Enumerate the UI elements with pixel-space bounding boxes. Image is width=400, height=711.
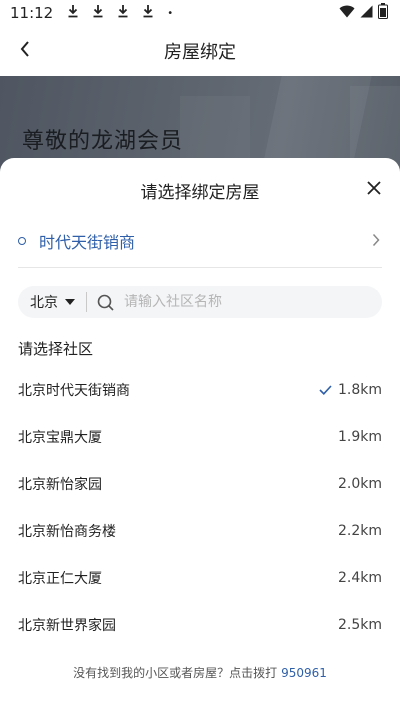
status-time: 11:12 xyxy=(10,4,54,22)
footer-phone-link[interactable]: 950961 xyxy=(281,666,327,680)
community-meta: 2.0km xyxy=(338,476,382,492)
sheet-title: 请选择绑定房屋 xyxy=(140,182,260,203)
community-name: 北京正仁大厦 xyxy=(18,570,102,587)
city-dropdown[interactable]: 北京 xyxy=(18,286,75,318)
battery-icon xyxy=(378,3,388,23)
hero-greeting: 尊敬的龙湖会员 xyxy=(22,129,184,154)
status-system-icons xyxy=(339,3,388,23)
caret-down-icon xyxy=(65,299,75,305)
community-name: 北京宝鼎大厦 xyxy=(18,429,102,446)
community-meta: 1.8km xyxy=(319,382,382,398)
community-name: 北京新怡家园 xyxy=(18,476,102,493)
bind-property-sheet: 请选择绑定房屋 时代天街销商 北京 请选择社区 北京时代天街销商 1.8km 北京宝… xyxy=(0,158,400,711)
close-button[interactable] xyxy=(362,178,386,202)
community-list-item[interactable]: 北京正仁大厦 2.4km xyxy=(18,554,382,601)
community-list-item[interactable]: 北京新怡商务楼 2.2km xyxy=(18,507,382,554)
search-separator xyxy=(86,292,87,312)
community-name: 北京新世界家园 xyxy=(18,617,116,634)
search-icon xyxy=(97,294,114,311)
page-title: 房屋绑定 xyxy=(164,42,236,63)
community-list-item[interactable]: 北京宝鼎大厦 1.9km xyxy=(18,413,382,460)
community-distance: 2.2km xyxy=(337,522,382,539)
download-icon xyxy=(117,4,129,22)
community-meta: 2.4km xyxy=(338,570,382,586)
close-icon xyxy=(366,180,382,200)
community-meta: 2.5km xyxy=(338,617,382,633)
chevron-right-icon xyxy=(372,232,380,251)
wifi-icon xyxy=(339,5,355,22)
sheet-header: 请选择绑定房屋 xyxy=(0,158,400,222)
download-icon xyxy=(92,4,104,22)
community-list: 北京时代天街销商 1.8km 北京宝鼎大厦 1.9km 北京新怡家园 2.0km 北京新怡商… xyxy=(18,366,382,648)
back-arrow-icon xyxy=(19,40,31,62)
nav-bar: 房屋绑定 xyxy=(0,26,400,76)
community-distance: 2.5km xyxy=(337,616,382,633)
community-name: 北京新怡商务楼 xyxy=(18,523,116,540)
check-icon xyxy=(319,384,332,395)
notification-dot: • xyxy=(167,7,174,19)
back-button[interactable] xyxy=(12,38,38,64)
community-meta: 2.2km xyxy=(338,523,382,539)
status-notification-icons: • xyxy=(67,4,173,22)
community-distance: 1.9km xyxy=(337,428,382,445)
community-distance: 2.4km xyxy=(337,569,382,586)
selected-property-row[interactable]: 时代天街销商 xyxy=(18,218,382,264)
community-list-item[interactable]: 北京新怡家园 2.0km xyxy=(18,460,382,507)
community-list-item[interactable]: 北京新世界家园 2.5km xyxy=(18,601,382,648)
community-meta: 1.9km xyxy=(338,429,382,445)
community-distance: 1.8km xyxy=(337,381,382,398)
signal-icon xyxy=(360,5,373,22)
selected-property-name: 时代天街销商 xyxy=(39,233,136,252)
selected-dot-icon xyxy=(18,237,26,245)
footer-help: 没有找到我的小区或者房屋？点击拨打 950961 xyxy=(0,664,400,681)
divider xyxy=(18,267,382,268)
community-name: 北京时代天街销商 xyxy=(18,382,130,399)
community-list-item[interactable]: 北京时代天街销商 1.8km xyxy=(18,366,382,413)
search-input[interactable] xyxy=(124,294,344,310)
download-icon xyxy=(67,4,79,22)
city-label: 北京 xyxy=(30,295,58,311)
search-bar: 北京 xyxy=(18,286,382,318)
download-icon xyxy=(142,4,154,22)
footer-text: 没有找到我的小区或者房屋？点击拨打 xyxy=(73,666,278,680)
section-title: 请选择社区 xyxy=(18,340,94,358)
status-bar: 11:12 • xyxy=(0,0,400,26)
community-distance: 2.0km xyxy=(337,475,382,492)
